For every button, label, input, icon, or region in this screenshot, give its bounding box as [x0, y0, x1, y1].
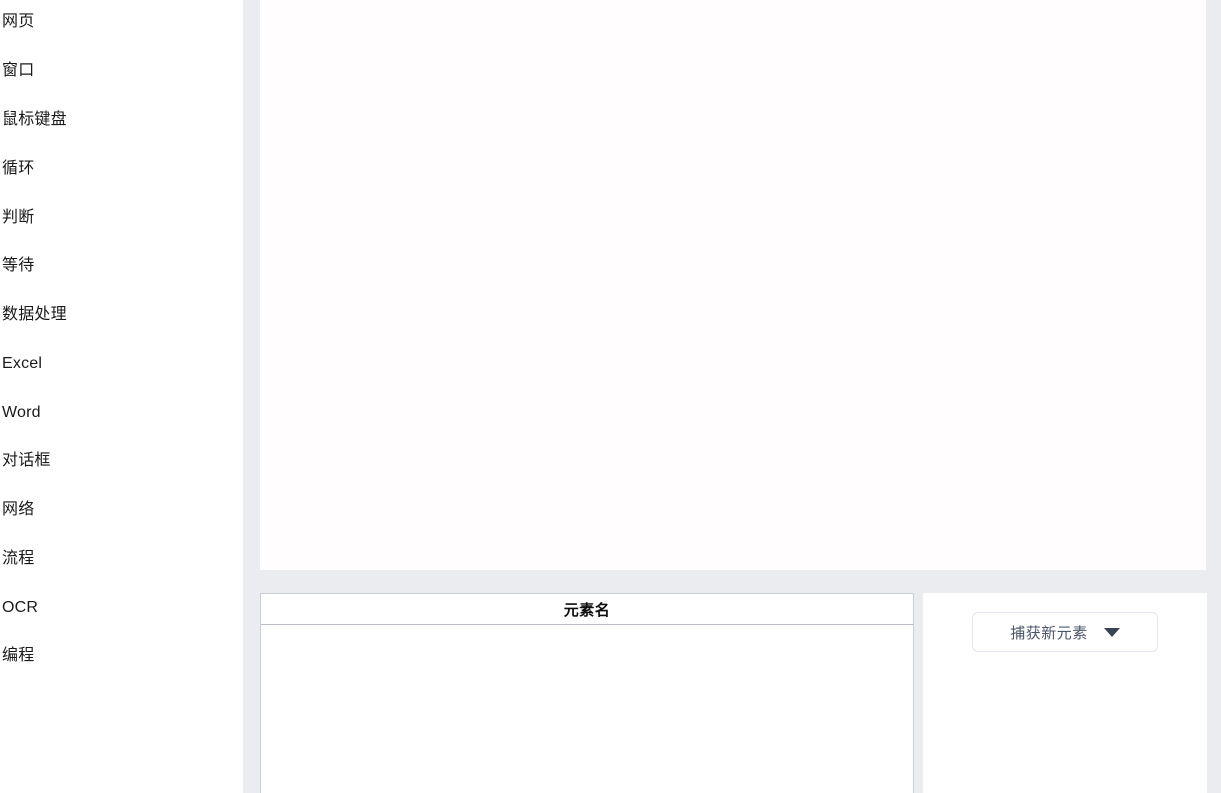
sidebar-item-webpage[interactable]: 网页	[0, 7, 243, 37]
element-list-header: 元素名	[261, 594, 913, 625]
sidebar-item-condition[interactable]: 判断	[0, 203, 243, 233]
sidebar-item-flow[interactable]: 流程	[0, 544, 243, 574]
sidebar-item-ocr[interactable]: OCR	[0, 593, 243, 623]
element-list-body[interactable]	[261, 625, 913, 793]
sidebar-item-label: 网络	[2, 501, 35, 518]
sidebar-item-label: 判断	[2, 209, 35, 226]
sidebar-item-excel[interactable]: Excel	[0, 349, 243, 379]
sidebar-item-label: 循环	[2, 160, 35, 177]
element-name-column-header: 元素名	[563, 601, 611, 619]
sidebar-item-label: 窗口	[2, 62, 35, 79]
sidebar-item-wait[interactable]: 等待	[0, 251, 243, 281]
activity-category-sidebar: 网页窗口鼠标键盘循环判断等待数据处理 Excel Word 对话框网络流程 OCR 编程	[0, 0, 243, 793]
sidebar-item-dialog[interactable]: 对话框	[0, 446, 243, 476]
sidebar-item-label: 鼠标键盘	[2, 111, 67, 128]
sidebar-item-window[interactable]: 窗口	[0, 56, 243, 86]
sidebar-divider	[243, 0, 260, 793]
sidebar-item-loop[interactable]: 循环	[0, 154, 243, 184]
capture-new-element-label: 捕获新元素	[1010, 624, 1088, 642]
sidebar-item-word[interactable]: Word	[0, 398, 243, 428]
sidebar-item-programming[interactable]: 编程	[0, 641, 243, 671]
sidebar-item-label: 等待	[2, 257, 35, 274]
sidebar-item-label: OCR	[2, 599, 39, 616]
element-actions-panel: 捕获新元素	[923, 593, 1207, 793]
sidebar-item-network[interactable]: 网络	[0, 495, 243, 525]
main-content-panel[interactable]	[260, 0, 1206, 570]
sidebar-item-label: 对话框	[2, 452, 51, 469]
capture-new-element-button[interactable]: 捕获新元素	[972, 612, 1158, 652]
sidebar-item-label: 流程	[2, 550, 35, 567]
sidebar-item-label: 数据处理	[2, 306, 67, 323]
sidebar-item-label: Excel	[2, 355, 43, 372]
sidebar-item-data-processing[interactable]: 数据处理	[0, 300, 243, 330]
sidebar-item-label: Word	[2, 404, 41, 421]
application-window: 网页 窗口 鼠标键盘 循环 判断 等待 数据处理 Excel Word 对话框 网络 流程 OCR 编程 …	[0, 0, 1221, 793]
element-list-panel: 元素名	[260, 593, 914, 793]
chevron-down-icon[interactable]	[1103, 627, 1120, 637]
sidebar-item-label: 编程	[2, 647, 35, 664]
sidebar-item-label: 网页	[2, 13, 35, 30]
sidebar-item-mouse-keyboard[interactable]: 鼠标键盘	[0, 105, 243, 135]
